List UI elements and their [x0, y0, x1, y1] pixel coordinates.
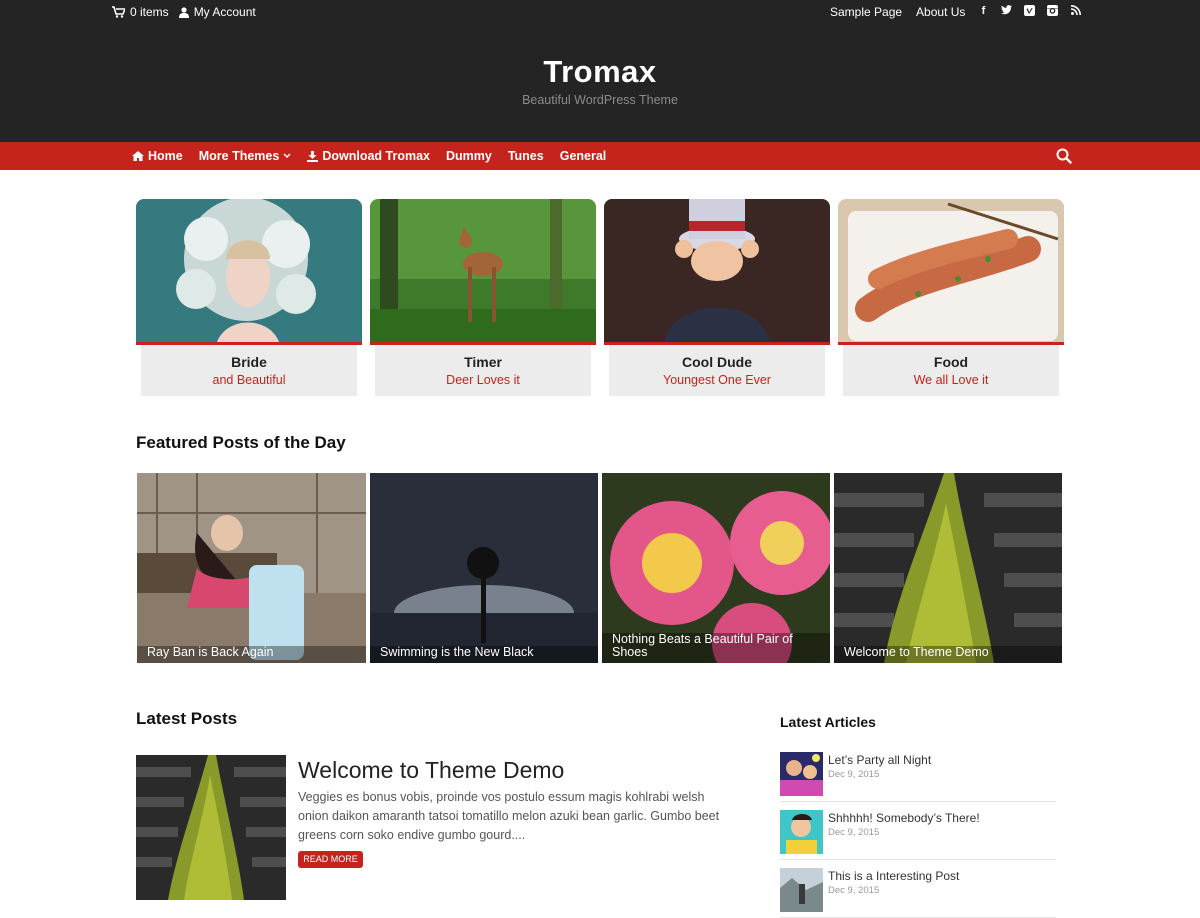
- article-date: Dec 9, 2015: [828, 885, 880, 896]
- featured-post-title[interactable]: Nothing Beats a Beautiful Pair of Shoes: [602, 633, 830, 663]
- latest-post-thumbnail[interactable]: [136, 755, 286, 900]
- top-bar: 0 items My Account Sample Page About Us …: [0, 0, 1200, 26]
- sidebar-article[interactable]: Let’s Party all Night Dec 9, 2015: [780, 752, 1056, 802]
- sidebar-article[interactable]: Shhhhh! Somebody’s There! Dec 9, 2015: [780, 810, 1056, 860]
- feature-caption: Bride and Beautiful: [141, 345, 357, 396]
- feature-box-food[interactable]: Food We all Love it: [838, 199, 1064, 397]
- featured-post[interactable]: Welcome to Theme Demo: [834, 473, 1062, 663]
- top-links: Sample Page About Us: [830, 5, 965, 19]
- main-nav: Home More Themes Download Tromax Dummy T…: [0, 142, 1200, 170]
- facebook-icon[interactable]: f: [978, 5, 989, 17]
- article-date: Dec 9, 2015: [828, 827, 880, 838]
- nav-label-tunes: Tunes: [507, 149, 544, 163]
- latest-post-excerpt: Veggies es bonus vobis, proinde vos post…: [298, 790, 720, 842]
- twitter-icon[interactable]: [1001, 5, 1012, 17]
- feature-caption: Timer Deer Loves it: [375, 345, 591, 396]
- feature-title: Food: [933, 354, 969, 370]
- nav-label-general: General: [559, 149, 607, 163]
- feature-image-cool-dude: [604, 199, 830, 345]
- feature-subtitle[interactable]: Deer Loves it: [375, 373, 591, 387]
- nav-item-home[interactable]: Home: [132, 149, 183, 163]
- chevron-down-icon: [283, 153, 291, 159]
- article-title[interactable]: This is a Interesting Post: [828, 869, 959, 883]
- cart-label: 0 items: [130, 5, 169, 19]
- article-thumbnail[interactable]: [780, 752, 823, 796]
- sample-page-link[interactable]: Sample Page: [830, 5, 902, 19]
- article-date: Dec 9, 2015: [828, 769, 880, 780]
- site-title[interactable]: Tromax: [0, 54, 1200, 90]
- feature-image-bride: [136, 199, 362, 345]
- site-header: Tromax Beautiful WordPress Theme: [0, 26, 1200, 142]
- featured-post[interactable]: Ray Ban is Back Again: [137, 473, 366, 663]
- article-thumbnail[interactable]: [780, 810, 823, 854]
- download-icon: [307, 150, 319, 162]
- latest-heading: Latest Posts: [136, 709, 238, 728]
- home-icon: [132, 151, 144, 161]
- nav-label-more-themes: More Themes: [198, 149, 280, 163]
- nav-item-dummy[interactable]: Dummy: [446, 149, 492, 163]
- cart-link[interactable]: 0 items: [112, 5, 169, 19]
- account-link[interactable]: My Account: [178, 5, 256, 19]
- featured-post-title[interactable]: Swimming is the New Black: [370, 646, 598, 663]
- article-title[interactable]: Shhhhh! Somebody’s There!: [828, 811, 980, 825]
- rss-icon[interactable]: [1070, 5, 1081, 17]
- account-label: My Account: [193, 5, 256, 19]
- site-description: Beautiful WordPress Theme: [522, 93, 678, 107]
- nav-item-more-themes[interactable]: More Themes: [199, 149, 292, 163]
- feature-title: Bride: [231, 354, 267, 370]
- featured-post[interactable]: Nothing Beats a Beautiful Pair of Shoes: [602, 473, 830, 663]
- sidebar-heading: Latest Articles: [780, 714, 876, 730]
- feature-image-food: [838, 199, 1064, 345]
- feature-box-cool-dude[interactable]: Cool Dude Youngest One Ever: [604, 199, 830, 397]
- featured-post-image: [370, 473, 598, 663]
- feature-subtitle[interactable]: and Beautiful: [141, 373, 357, 387]
- nav-label-download-tromax: Download Tromax: [322, 149, 430, 163]
- nav-label-dummy: Dummy: [445, 149, 492, 163]
- feature-image-timer: [370, 199, 596, 345]
- nav-item-tunes[interactable]: Tunes: [508, 149, 544, 163]
- featured-heading: Featured Posts of the Day: [136, 433, 346, 452]
- feature-caption: Food We all Love it: [843, 345, 1059, 396]
- feature-subtitle[interactable]: We all Love it: [843, 373, 1059, 387]
- featured-post-image: [834, 473, 1062, 663]
- feature-title: Timer: [464, 354, 502, 370]
- user-icon: [178, 6, 189, 18]
- feature-subtitle[interactable]: Youngest One Ever: [609, 373, 825, 387]
- featured-post-image: [137, 473, 366, 663]
- latest-post-title[interactable]: Welcome to Theme Demo: [298, 757, 564, 784]
- sidebar-article[interactable]: This is a Interesting Post Dec 9, 2015: [780, 868, 1056, 918]
- social-links: f: [978, 5, 1081, 17]
- feature-title: Cool Dude: [682, 354, 752, 370]
- vimeo-icon[interactable]: [1024, 5, 1035, 17]
- nav-item-download-tromax[interactable]: Download Tromax: [307, 149, 430, 163]
- cart-icon: [112, 6, 125, 18]
- read-more-button[interactable]: READ MORE: [298, 851, 363, 868]
- search-icon[interactable]: [1056, 148, 1072, 164]
- feature-box-timer[interactable]: Timer Deer Loves it: [370, 199, 596, 397]
- top-bar-left: 0 items My Account: [112, 5, 256, 19]
- featured-post-title[interactable]: Welcome to Theme Demo: [834, 646, 1062, 663]
- feature-caption: Cool Dude Youngest One Ever: [609, 345, 825, 396]
- featured-post[interactable]: Swimming is the New Black: [370, 473, 598, 663]
- nav-label-home: Home: [148, 149, 183, 163]
- featured-post-title[interactable]: Ray Ban is Back Again: [137, 646, 366, 663]
- feature-box-bride[interactable]: Bride and Beautiful: [136, 199, 362, 397]
- instagram-icon[interactable]: [1047, 5, 1058, 17]
- article-thumbnail[interactable]: [780, 868, 823, 912]
- article-title[interactable]: Let’s Party all Night: [828, 753, 931, 767]
- about-us-link[interactable]: About Us: [916, 5, 965, 19]
- nav-item-general[interactable]: General: [560, 149, 607, 163]
